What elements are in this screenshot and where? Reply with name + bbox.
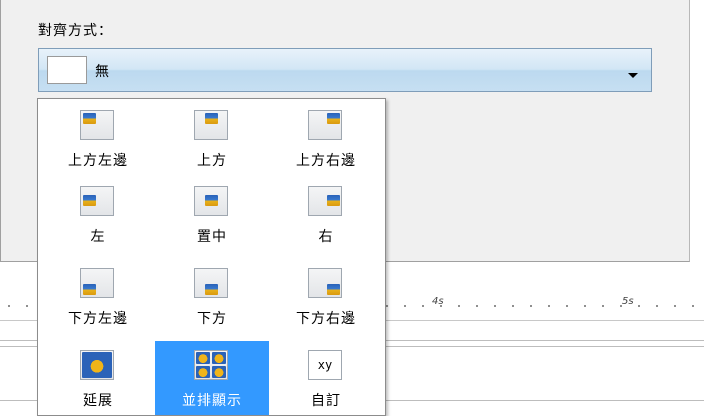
option-label: 下方左邊	[68, 311, 128, 327]
ruler-tick-5s: 5s	[622, 296, 634, 307]
chevron-down-icon[interactable]	[628, 73, 638, 78]
option-right[interactable]: 右	[269, 177, 383, 251]
option-bottom[interactable]: 下方	[155, 259, 269, 333]
option-label: 自訂	[311, 393, 341, 409]
align-bottom-right-icon	[308, 268, 342, 298]
stretch-icon	[80, 350, 114, 380]
alignment-label: 對齊方式：	[38, 23, 113, 39]
alignment-dropdown[interactable]: 無	[38, 48, 652, 92]
align-center-icon	[194, 186, 228, 216]
option-stretch[interactable]: 延展	[41, 341, 155, 415]
option-top-left[interactable]: 上方左邊	[41, 101, 155, 175]
option-label: 下方	[197, 311, 227, 327]
option-label: 上方右邊	[296, 153, 356, 169]
option-center[interactable]: 置中	[155, 177, 269, 251]
option-top-right[interactable]: 上方右邊	[269, 101, 383, 175]
align-right-icon	[308, 186, 342, 216]
alignment-preview-swatch	[47, 56, 87, 84]
custom-xy-icon: xy	[308, 350, 342, 380]
align-top-right-icon	[308, 110, 342, 140]
align-bottom-icon	[194, 268, 228, 298]
ruler-tick-4s: 4s	[432, 296, 444, 307]
window-edge	[690, 0, 704, 262]
option-bottom-left[interactable]: 下方左邊	[41, 259, 155, 333]
option-label: 左	[90, 229, 106, 245]
option-top[interactable]: 上方	[155, 101, 269, 175]
tile-icon	[194, 350, 228, 380]
option-label: 延展	[83, 393, 113, 409]
option-label: 上方	[197, 153, 227, 169]
align-bottom-left-icon	[80, 268, 114, 298]
option-custom[interactable]: xy 自訂	[269, 341, 383, 415]
option-label: 上方左邊	[68, 153, 128, 169]
option-tile[interactable]: 並排顯示	[155, 341, 269, 415]
alignment-dropdown-value: 無	[95, 64, 109, 80]
option-label: 並排顯示	[182, 393, 242, 409]
option-label: 置中	[197, 229, 227, 245]
align-left-icon	[80, 186, 114, 216]
align-top-left-icon	[80, 110, 114, 140]
align-top-icon	[194, 110, 228, 140]
option-bottom-right[interactable]: 下方右邊	[269, 259, 383, 333]
alignment-options-popup: 上方左邊 上方 上方右邊 左 置中 右 下方左邊 下方 下方右邊 延展 並排顯示…	[37, 98, 386, 416]
option-label: 右	[318, 229, 334, 245]
option-left[interactable]: 左	[41, 177, 155, 251]
option-label: 下方右邊	[296, 311, 356, 327]
